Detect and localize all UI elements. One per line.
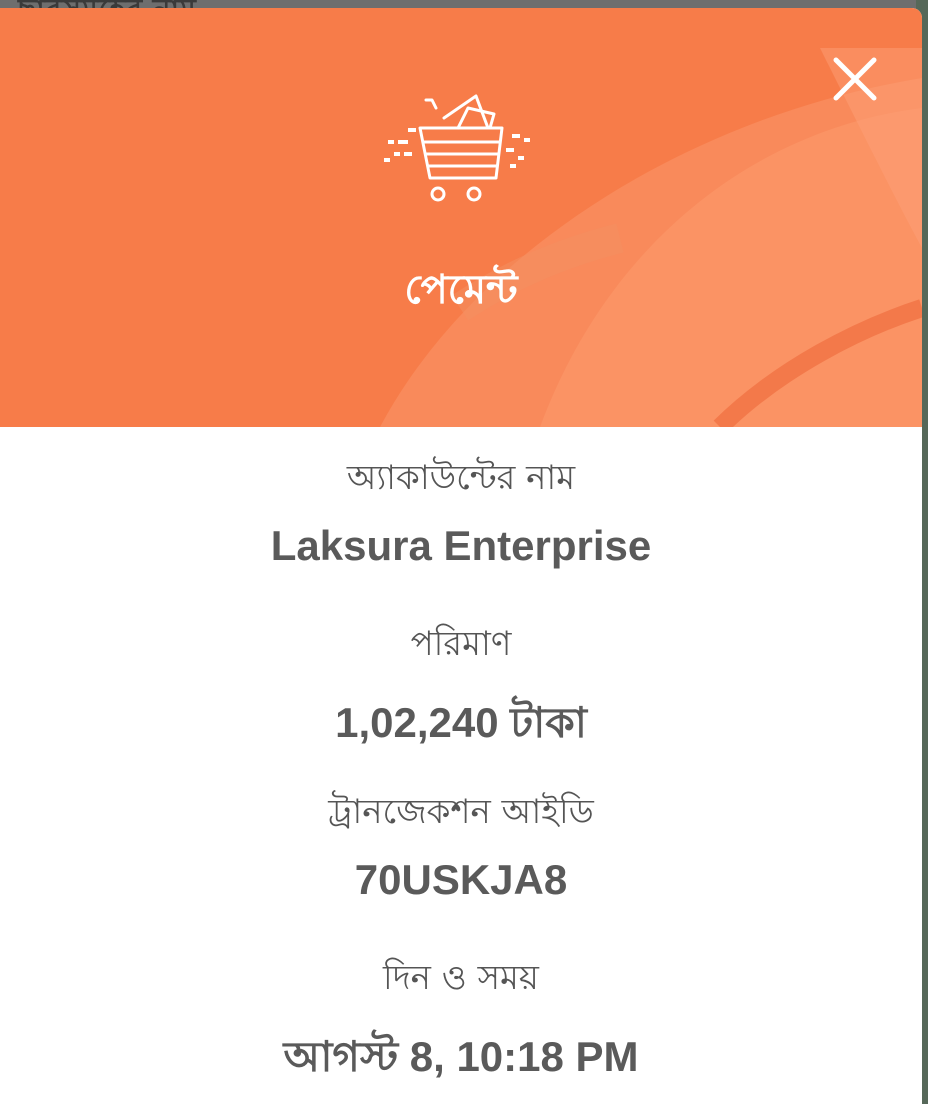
close-icon[interactable]	[826, 50, 884, 108]
transaction-id-label: ট্রানজেকশন আইডি	[328, 792, 594, 832]
date-time-label: দিন ও সময়	[383, 958, 539, 998]
account-name-value: Laksura Enterprise	[270, 522, 652, 569]
header-decoration	[380, 48, 922, 427]
modal-header: পেমেন্ট	[0, 8, 922, 427]
amount-value: 1,02,240 টাকা	[335, 699, 587, 746]
date-time-value: আগস্ট 8, 10:18 PM	[283, 1033, 639, 1080]
transaction-id-value: 70USKJA8	[354, 856, 568, 903]
account-name-label: অ্যাকাউন্টের নাম	[346, 458, 576, 498]
amount-label: পরিমাণ	[410, 624, 512, 664]
payment-modal: পেমেন্ট অ্যাকাউন্টের নাম Laksura Enterpr…	[0, 8, 922, 1104]
modal-title: পেমেন্ট	[404, 267, 518, 313]
shopping-cart-icon	[384, 94, 530, 202]
